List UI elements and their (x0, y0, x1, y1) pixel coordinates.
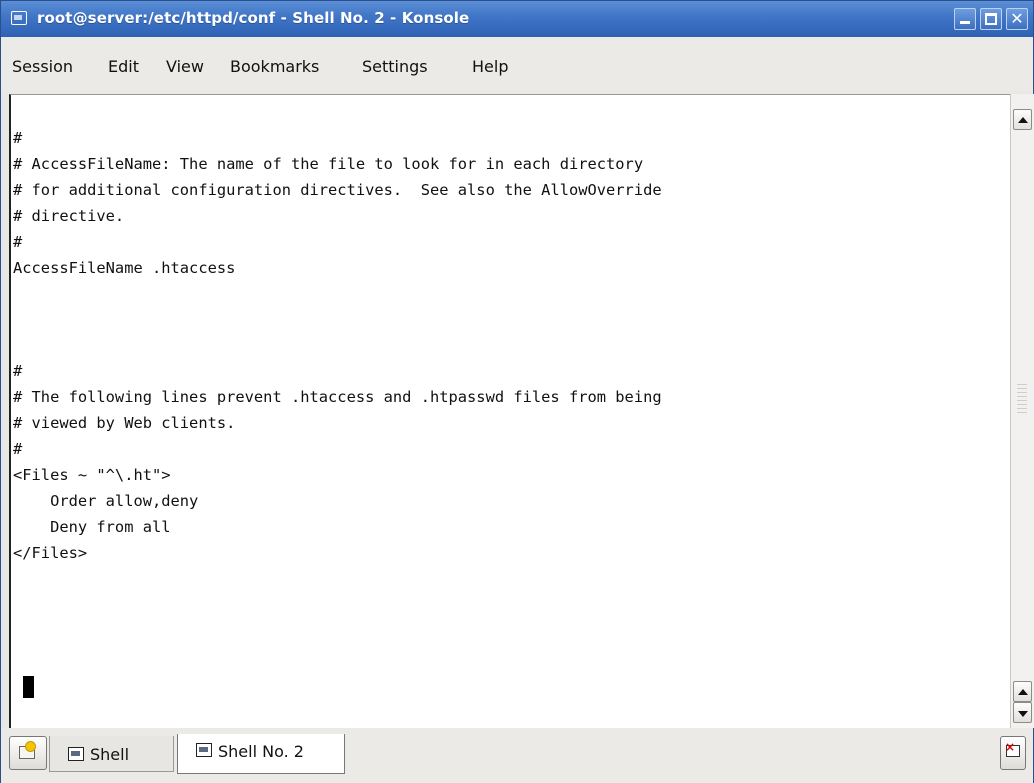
vertical-scrollbar[interactable] (1010, 94, 1034, 728)
close-button[interactable]: ✕ (1006, 8, 1028, 30)
minimize-button[interactable] (954, 8, 976, 30)
close-x-icon: × (1005, 740, 1016, 754)
star-icon (25, 741, 36, 752)
menu-session[interactable]: Session (12, 57, 73, 76)
menu-settings[interactable]: Settings (362, 57, 428, 76)
tab-shell[interactable]: Shell (49, 736, 174, 772)
maximize-button[interactable] (980, 8, 1002, 30)
menu-help[interactable]: Help (472, 57, 508, 76)
close-session-button[interactable]: × (1000, 736, 1026, 770)
scroll-up-arrow-icon[interactable] (1013, 109, 1032, 130)
konsole-window: root@server:/etc/httpd/conf - Shell No. … (0, 0, 1034, 783)
scroll-up-arrow-icon[interactable] (1013, 681, 1032, 702)
menu-bar: Session Edit View Bookmarks Settings Hel… (1, 37, 1033, 91)
session-tab-bar: Shell Shell No. 2 × (1, 728, 1033, 783)
title-bar[interactable]: root@server:/etc/httpd/conf - Shell No. … (1, 1, 1033, 37)
scrollbar-grip[interactable] (1017, 384, 1027, 414)
terminal-cursor (23, 676, 34, 698)
terminal-icon (196, 743, 212, 757)
terminal-output: # # AccessFileName: The name of the file… (13, 129, 662, 562)
tab-label: Shell No. 2 (218, 742, 304, 761)
terminal-icon (68, 747, 84, 761)
menu-edit[interactable]: Edit (108, 57, 139, 76)
new-session-button[interactable] (9, 736, 47, 770)
window-title: root@server:/etc/httpd/conf - Shell No. … (37, 9, 470, 27)
scroll-down-arrow-icon[interactable] (1013, 702, 1032, 723)
terminal-view[interactable]: # # AccessFileName: The name of the file… (9, 94, 1010, 728)
menu-view[interactable]: View (166, 57, 204, 76)
tab-shell-no-2[interactable]: Shell No. 2 (177, 734, 345, 774)
tab-label: Shell (90, 745, 130, 764)
konsole-icon[interactable] (11, 11, 27, 25)
menu-bookmarks[interactable]: Bookmarks (230, 57, 319, 76)
